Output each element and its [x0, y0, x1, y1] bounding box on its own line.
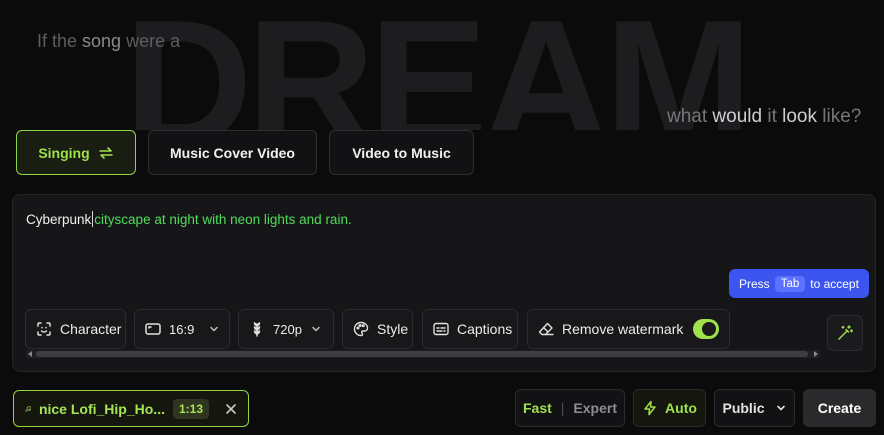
switch-knob	[702, 322, 716, 336]
resolution-value: 720p	[273, 321, 302, 337]
resolution-select[interactable]: 720p	[238, 309, 334, 349]
aspect-ratio-value: 16:9	[169, 321, 195, 337]
tab-video-to-music[interactable]: Video to Music	[329, 130, 474, 175]
hero-banner: DREAM If the song were a what would it l…	[0, 0, 884, 130]
aspect-ratio-select[interactable]: 16:9	[134, 309, 230, 349]
swap-icon	[98, 146, 113, 159]
tab-music-cover-video[interactable]: Music Cover Video	[148, 130, 317, 175]
track-duration-badge: 1:13	[172, 398, 209, 419]
captions-label: Captions	[457, 321, 513, 337]
tab-singing[interactable]: Singing	[16, 130, 136, 175]
tab-music-cover-video-label: Music Cover Video	[169, 144, 295, 161]
aspect-ratio-icon	[145, 323, 161, 335]
watermark-switch[interactable]	[693, 319, 719, 339]
eraser-icon	[538, 322, 554, 336]
style-label: Style	[377, 321, 409, 337]
captions-icon	[433, 322, 449, 336]
create-button[interactable]: Create	[803, 389, 876, 427]
speed-separator: |	[560, 400, 565, 416]
chevron-down-icon	[312, 326, 320, 332]
fast-option[interactable]: Fast	[523, 400, 552, 416]
toolbar-scrollbar[interactable]	[26, 350, 820, 358]
hint-action-text: to accept	[810, 276, 859, 291]
palette-icon	[353, 321, 369, 337]
face-scan-icon	[37, 322, 51, 336]
remove-watermark-label: Remove watermark	[562, 321, 684, 337]
wheat-icon	[253, 322, 261, 337]
hero-tagline-left: If the song were a	[37, 31, 181, 51]
auto-label: Auto	[665, 400, 697, 416]
scroll-left-arrow[interactable]	[28, 351, 32, 357]
speed-mode-switch[interactable]: Fast | Expert	[515, 389, 625, 427]
tab-singing-label: Singing	[38, 144, 90, 161]
tab-video-to-music-label: Video to Music	[352, 144, 451, 161]
hint-press-text: Press	[739, 276, 770, 291]
scrollbar-thumb[interactable]	[36, 351, 808, 357]
music-note-icon	[25, 405, 31, 412]
captions-button[interactable]: Captions	[422, 309, 518, 349]
magic-wand-icon	[838, 325, 854, 340]
lightning-icon	[644, 400, 656, 416]
chevron-down-icon	[776, 405, 785, 411]
close-icon	[226, 403, 236, 414]
visibility-value: Public	[722, 400, 765, 416]
character-button[interactable]: Character	[25, 309, 126, 349]
scroll-right-arrow[interactable]	[814, 351, 818, 357]
hero-tagline-right: what would it look like?	[667, 106, 862, 127]
tab-accept-hint[interactable]: Press Tab to accept	[729, 269, 869, 298]
expert-option[interactable]: Expert	[573, 400, 617, 416]
prompt-editor[interactable]: Cyberpunk cityscape at night with neon li…	[12, 194, 876, 372]
character-label: Character	[60, 321, 122, 337]
chevron-down-icon	[210, 326, 219, 332]
style-button[interactable]: Style	[342, 309, 413, 349]
auto-button[interactable]: Auto	[633, 389, 706, 427]
prompt-suggestion: cityscape at night with neon lights and …	[94, 212, 352, 227]
visibility-select[interactable]: Public	[714, 389, 795, 427]
remove-watermark-toggle[interactable]: Remove watermark	[527, 309, 730, 349]
track-name: nice Lofi_Hip_Ho...	[38, 400, 165, 417]
selected-track-chip[interactable]: nice Lofi_Hip_Ho... 1:13	[13, 390, 249, 427]
create-label: Create	[817, 400, 862, 416]
hero-background-word: DREAM	[124, 0, 753, 130]
tab-key-badge: Tab	[774, 275, 806, 292]
remove-track-button[interactable]	[225, 403, 237, 415]
magic-enhance-button[interactable]	[827, 315, 863, 351]
prompt-typed-text: Cyberpunk	[26, 212, 92, 227]
prompt-text[interactable]: Cyberpunk cityscape at night with neon li…	[26, 211, 352, 227]
